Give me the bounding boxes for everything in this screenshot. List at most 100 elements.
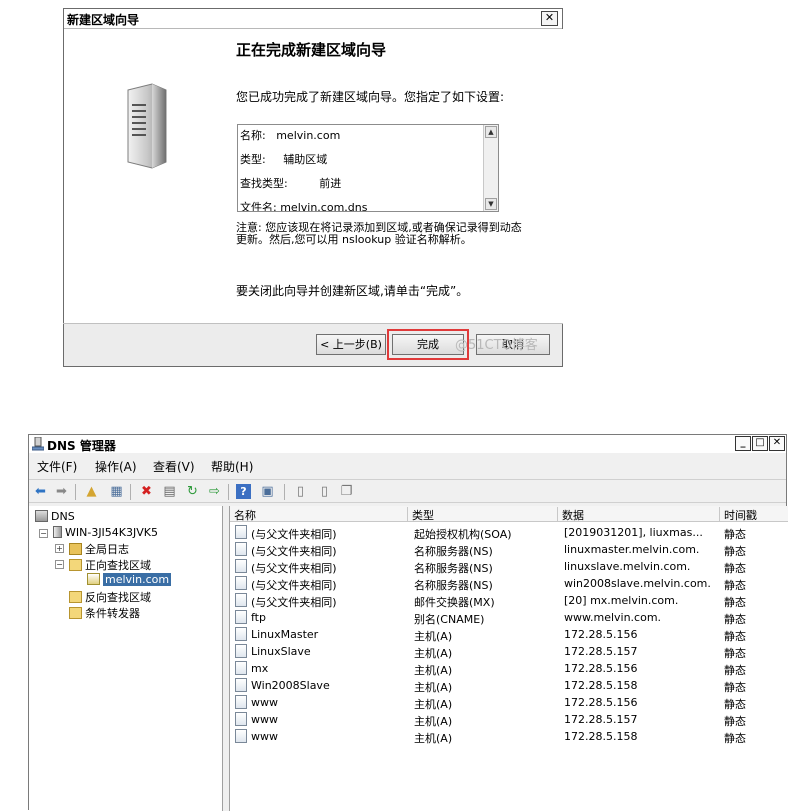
record-timestamp: 静态 xyxy=(724,698,746,711)
wizard-note: 注意: 您应该现在将记录添加到区域,或者确保记录得到动态更新。然后,您可以用 n… xyxy=(236,221,522,246)
record-icon xyxy=(235,542,247,556)
record-timestamp: 静态 xyxy=(724,596,746,609)
toolbar: ⬅ ➡ ▲ ▦ ✖ ▤ ↻ ⇨ ? ▣ ▯ ▯ ❐ xyxy=(29,479,786,503)
collapse-forward-zones-icon[interactable]: − xyxy=(55,560,64,569)
record-name: www xyxy=(251,713,278,726)
wizard-intro: 您已成功完成了新建区域向导。您指定了如下设置: xyxy=(236,90,505,104)
record-icon xyxy=(235,593,247,607)
menu-help[interactable]: 帮助(H) xyxy=(211,458,253,475)
column-type[interactable]: 类型 xyxy=(408,507,558,522)
record-icon xyxy=(235,627,247,641)
column-data[interactable]: 数据 xyxy=(558,507,720,522)
collapse-server-icon[interactable]: − xyxy=(39,529,48,538)
table-row[interactable]: (与父文件夹相同) 名称服务器(NS) win2008slave.melvin.co… xyxy=(230,575,788,592)
table-row[interactable]: LinuxMaster 主机(A) 172.28.5.156 静态 xyxy=(230,626,788,643)
copy-tool-icon[interactable]: ❐ xyxy=(339,484,354,499)
properties-icon[interactable]: ▤ xyxy=(162,484,177,499)
record-icon xyxy=(235,712,247,726)
menu-action[interactable]: 操作(A) xyxy=(95,458,137,475)
column-timestamp[interactable]: 时间戳 xyxy=(720,507,789,522)
table-row[interactable]: www 主机(A) 172.28.5.158 静态 xyxy=(230,728,788,745)
record-timestamp: 静态 xyxy=(724,579,746,592)
table-row[interactable]: (与父文件夹相同) 邮件交换器(MX) [20] mx.melvin.com. 静态 xyxy=(230,592,788,609)
tree-node-forward-zones[interactable]: 正向查找区域 xyxy=(69,557,151,573)
table-row[interactable]: Win2008Slave 主机(A) 172.28.5.158 静态 xyxy=(230,677,788,694)
record-name: mx xyxy=(251,662,269,675)
record-timestamp: 静态 xyxy=(724,528,746,541)
table-row[interactable]: (与父文件夹相同) 起始授权机构(SOA) [2019031201], liuxma… xyxy=(230,524,788,541)
tree-node-dns[interactable]: DNS xyxy=(35,510,75,523)
record-type: 名称服务器(NS) xyxy=(414,545,493,558)
record-type: 名称服务器(NS) xyxy=(414,562,493,575)
record-name: LinuxMaster xyxy=(251,628,319,641)
back-button[interactable]: < 上一步(B) xyxy=(316,334,386,355)
forward-arrow-icon[interactable]: ➡ xyxy=(54,484,69,499)
record-type: 起始授权机构(SOA) xyxy=(414,528,512,541)
folder-icon xyxy=(69,591,82,603)
record-icon xyxy=(235,661,247,675)
table-row[interactable]: ftp 别名(CNAME) www.melvin.com. 静态 xyxy=(230,609,788,626)
record-type: 别名(CNAME) xyxy=(414,613,485,626)
menu-file[interactable]: 文件(F) xyxy=(37,458,77,475)
table-row[interactable]: www 主机(A) 172.28.5.156 静态 xyxy=(230,694,788,711)
menu-view[interactable]: 查看(V) xyxy=(153,458,195,475)
refresh-icon[interactable]: ↻ xyxy=(185,484,200,499)
wizard-titlebar: 新建区域向导 ✕ xyxy=(64,9,562,29)
finish-button[interactable]: 完成 xyxy=(387,329,469,360)
table-row[interactable]: (与父文件夹相同) 名称服务器(NS) linuxmaster.melvin.com… xyxy=(230,541,788,558)
record-data: linuxmaster.melvin.com. xyxy=(564,543,700,556)
settings-summary-box[interactable]: 名称: melvin.com 类型: 辅助区域 查找类型: 前进 文件名: me… xyxy=(237,124,499,212)
record-data: 172.28.5.157 xyxy=(564,713,638,726)
delete-icon[interactable]: ✖ xyxy=(139,484,154,499)
record-tool-icon[interactable]: ▯ xyxy=(317,484,332,499)
table-row[interactable]: www 主机(A) 172.28.5.157 静态 xyxy=(230,711,788,728)
scroll-down-icon[interactable]: ▼ xyxy=(485,198,497,210)
dns-title: DNS 管理器 xyxy=(47,439,116,453)
action-pane-icon[interactable]: ▣ xyxy=(260,484,275,499)
summary-type-row: 类型: 辅助区域 xyxy=(240,153,328,166)
summary-file-row: 文件名: melvin.com.dns xyxy=(240,201,368,212)
summary-scrollbar[interactable]: ▲ ▼ xyxy=(483,125,498,211)
wizard-close-instruction: 要关闭此向导并创建新区域,请单击“完成”。 xyxy=(236,284,469,298)
record-type: 主机(A) xyxy=(414,664,453,677)
show-hide-tree-icon[interactable]: ▦ xyxy=(109,484,124,499)
record-type: 邮件交换器(MX) xyxy=(414,596,495,609)
tree-node-server[interactable]: WIN-3JI54K3JVK5 xyxy=(53,526,158,539)
table-row[interactable]: (与父文件夹相同) 名称服务器(NS) linuxslave.melvin.com.… xyxy=(230,558,788,575)
table-row[interactable]: LinuxSlave 主机(A) 172.28.5.157 静态 xyxy=(230,643,788,660)
tree-node-reverse-zones[interactable]: 反向查找区域 xyxy=(69,589,151,605)
wizard-title: 新建区域向导 xyxy=(67,13,140,27)
tree-node-conditional-forwarders[interactable]: 条件转发器 xyxy=(69,605,140,621)
console-tree: DNS − WIN-3JI54K3JVK5 + 全局日志 − 正向查找区域 me… xyxy=(29,506,223,811)
list-header: 名称 类型 数据 时间戳 xyxy=(230,506,788,522)
dns-node-icon xyxy=(35,510,48,522)
summary-name-row: 名称: melvin.com xyxy=(240,129,341,142)
maximize-icon[interactable]: □ xyxy=(752,436,768,451)
record-name: ftp xyxy=(251,611,266,624)
help-icon[interactable]: ? xyxy=(236,484,251,499)
tree-node-global-log[interactable]: 全局日志 xyxy=(69,541,129,557)
close-icon[interactable]: ✕ xyxy=(541,11,558,26)
log-folder-icon xyxy=(69,543,82,555)
wizard-separator xyxy=(63,323,563,324)
scroll-up-icon[interactable]: ▲ xyxy=(485,126,497,138)
record-name: (与父文件夹相同) xyxy=(251,528,337,541)
record-type: 主机(A) xyxy=(414,647,453,660)
record-name: Win2008Slave xyxy=(251,679,330,692)
record-type: 主机(A) xyxy=(414,630,453,643)
dns-manager-window: DNS 管理器 _ □ ✕ 文件(F) 操作(A) 查看(V) 帮助(H) ⬅ … xyxy=(28,434,788,811)
server-tool-icon[interactable]: ▯ xyxy=(293,484,308,499)
up-folder-icon[interactable]: ▲ xyxy=(84,484,99,499)
expand-global-log-icon[interactable]: + xyxy=(55,544,64,553)
watermark: @51CTO博客 xyxy=(455,338,538,353)
column-name[interactable]: 名称 xyxy=(230,507,408,522)
minimize-icon[interactable]: _ xyxy=(735,436,751,451)
tree-node-melvin-zone[interactable]: melvin.com xyxy=(87,573,172,586)
back-arrow-icon[interactable]: ⬅ xyxy=(33,484,48,499)
folder-icon xyxy=(69,559,82,571)
table-row[interactable]: mx 主机(A) 172.28.5.156 静态 xyxy=(230,660,788,677)
record-name: (与父文件夹相同) xyxy=(251,545,337,558)
record-name: (与父文件夹相同) xyxy=(251,562,337,575)
export-list-icon[interactable]: ⇨ xyxy=(207,484,222,499)
close-icon[interactable]: ✕ xyxy=(769,436,785,451)
